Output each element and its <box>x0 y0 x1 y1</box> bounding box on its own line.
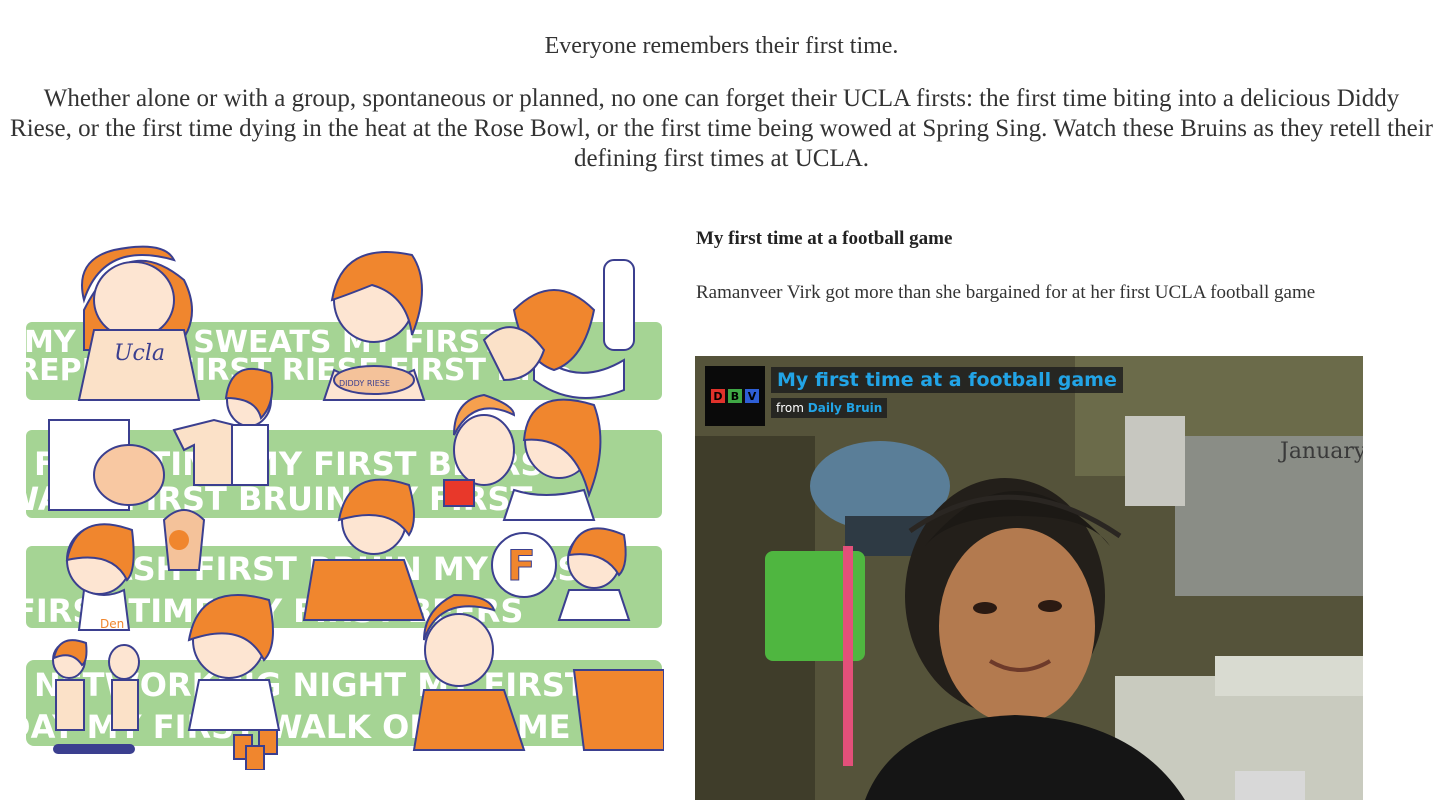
channel-link[interactable]: Daily Bruin <box>808 401 883 415</box>
comic-illustration: MY FIRST SWEATS MY FIRST CREPE MY FIRST … <box>14 230 665 771</box>
bowl-text: DIDDY RIESE <box>339 379 390 388</box>
logo-letter: V <box>745 389 759 403</box>
from-label: from <box>776 401 804 415</box>
character-toilet-girl <box>482 259 635 399</box>
character-girl-holding-shirt <box>224 368 274 486</box>
video-frame: January <box>695 356 1363 800</box>
video-title-link[interactable]: My first time at a football game <box>771 367 1123 393</box>
video-player[interactable]: January D B V My first time at a footbal… <box>695 356 1363 800</box>
intro-heading: Everyone remembers their first time. <box>544 33 899 59</box>
channel-logo[interactable]: D B V <box>705 366 765 426</box>
den-text: Den <box>100 617 124 631</box>
logo-letter: B <box>728 389 742 403</box>
calendar-text: January <box>1278 439 1363 464</box>
story-title: My first time at a football game <box>696 228 953 249</box>
f-grade-letter: F <box>507 541 536 590</box>
story-description: Ramanveer Virk got more than she bargain… <box>696 282 1316 303</box>
video-byline: from Daily Bruin <box>771 398 888 418</box>
logo-letter: D <box>711 389 725 403</box>
intro-paragraph: Whether alone or with a group, spontaneo… <box>10 85 1433 172</box>
comic-illustration-art: MY FIRST SWEATS MY FIRST CREPE MY FIRST … <box>26 245 665 771</box>
sweatshirt-text: Ucla <box>114 341 165 366</box>
character-sweatshirt-girl: Ucla <box>77 245 201 401</box>
